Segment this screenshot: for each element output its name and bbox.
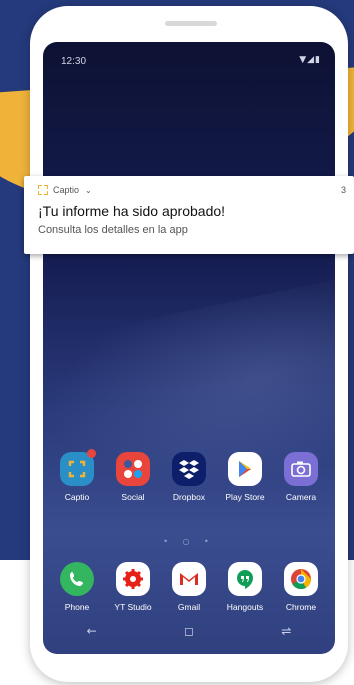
notification-title: ¡Tu informe ha sido aprobado! bbox=[38, 203, 226, 219]
app-label: Gmail bbox=[177, 602, 201, 612]
status-icons: ▼◢▮ bbox=[299, 55, 321, 65]
social-folder-icon bbox=[116, 452, 150, 486]
wallpaper-galaxy bbox=[43, 276, 335, 548]
hangouts-icon bbox=[228, 562, 262, 596]
home-button[interactable]: ◻ bbox=[169, 624, 209, 638]
gmail-icon bbox=[172, 562, 206, 596]
app-label: Dropbox bbox=[172, 492, 206, 502]
phone-icon bbox=[60, 562, 94, 596]
notification-count: 3 bbox=[340, 185, 346, 195]
status-time: 12:30 bbox=[61, 56, 87, 67]
app-label: Chrome bbox=[285, 602, 317, 612]
app-gmail[interactable]: Gmail bbox=[161, 562, 217, 612]
app-phone[interactable]: Phone bbox=[49, 562, 105, 612]
app-camera[interactable]: Camera bbox=[273, 452, 329, 502]
phone-speaker bbox=[165, 21, 217, 26]
app-label: Hangouts bbox=[226, 602, 264, 612]
chrome-icon bbox=[284, 562, 318, 596]
app-label: YT Studio bbox=[114, 602, 152, 612]
recents-button[interactable]: ⇌ bbox=[266, 624, 306, 638]
back-button[interactable]: ← bbox=[72, 624, 112, 638]
play-store-icon bbox=[228, 452, 262, 486]
app-dropbox[interactable]: Dropbox bbox=[161, 452, 217, 502]
app-label: Social bbox=[121, 492, 145, 502]
notification-body: Consulta los detalles en la app bbox=[38, 224, 188, 236]
app-grid-row: Captio Social Dropbox Play Store Camera bbox=[43, 449, 335, 502]
notification-badge bbox=[87, 449, 96, 458]
captio-small-icon bbox=[38, 185, 48, 195]
app-yt-studio[interactable]: YT Studio bbox=[105, 562, 161, 612]
notification-card[interactable]: Captio ⌄ 3 ¡Tu informe ha sido aprobado!… bbox=[24, 176, 354, 254]
app-label: Captio bbox=[64, 492, 90, 502]
navigation-bar: ← ◻ ⇌ bbox=[43, 624, 335, 638]
app-play-store[interactable]: Play Store bbox=[217, 452, 273, 502]
notification-header: Captio ⌄ bbox=[38, 185, 92, 195]
app-hangouts[interactable]: Hangouts bbox=[217, 562, 273, 612]
app-label: Phone bbox=[64, 602, 90, 612]
captio-icon bbox=[60, 449, 96, 486]
camera-icon bbox=[284, 452, 318, 486]
notification-app-name: Captio bbox=[53, 185, 80, 195]
app-social[interactable]: Social bbox=[105, 452, 161, 502]
app-label: Play Store bbox=[225, 492, 265, 502]
page-indicator: • ○ • bbox=[163, 537, 215, 546]
phone-frame: 12:30 ▼◢▮ Captio Social Dropbox Play Sto… bbox=[30, 6, 348, 682]
app-chrome[interactable]: Chrome bbox=[273, 562, 329, 612]
dock-row: Phone YT Studio Gmail Hangouts Chrome bbox=[43, 562, 335, 612]
app-captio[interactable]: Captio bbox=[49, 449, 105, 502]
phone-screen: 12:30 ▼◢▮ Captio Social Dropbox Play Sto… bbox=[43, 42, 335, 654]
chevron-down-icon[interactable]: ⌄ bbox=[85, 186, 92, 195]
app-label: Camera bbox=[285, 492, 317, 502]
dropbox-icon bbox=[172, 452, 206, 486]
yt-studio-icon bbox=[116, 562, 150, 596]
